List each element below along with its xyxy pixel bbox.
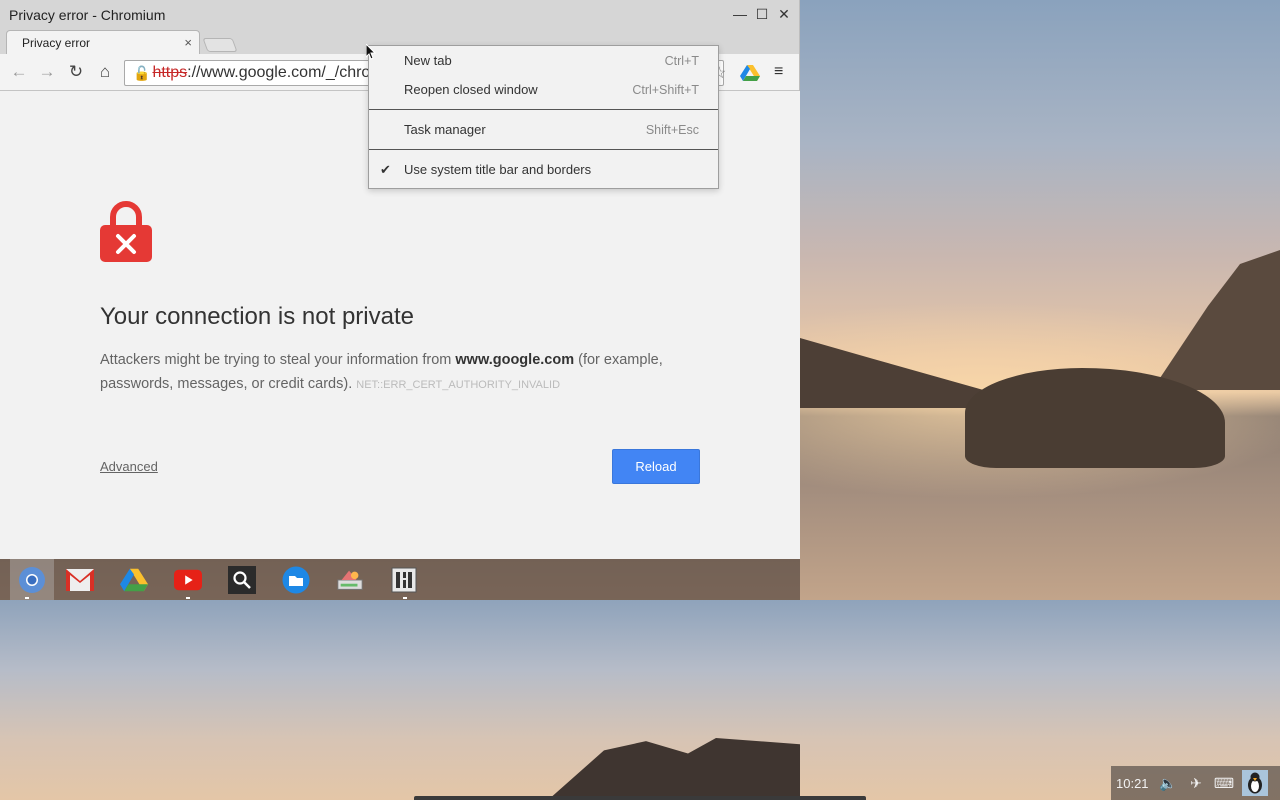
menu-item-label: New tab xyxy=(404,53,452,68)
context-menu: New tab Ctrl+T Reopen closed window Ctrl… xyxy=(368,45,719,189)
google-drive-extension-icon[interactable] xyxy=(740,65,760,81)
shelf-chromium[interactable] xyxy=(10,559,54,600)
chromium-icon xyxy=(19,566,45,593)
shelf-youtube[interactable] xyxy=(174,566,202,594)
error-host: www.google.com xyxy=(455,352,575,368)
menu-item-shortcut: Ctrl+Shift+T xyxy=(632,82,699,97)
checkmark-icon: ✔ xyxy=(380,161,391,177)
google-drive-icon xyxy=(120,568,148,592)
menu-item-label: Task manager xyxy=(404,122,486,137)
url-rest: ://www.google.com/_/chrome xyxy=(187,64,393,81)
keyboard-icon[interactable]: ⌨ xyxy=(1210,775,1238,792)
back-icon[interactable]: ← xyxy=(9,62,29,82)
shelf-terminal[interactable] xyxy=(390,566,418,594)
penguin-icon xyxy=(1248,772,1262,794)
url-scheme: https xyxy=(152,64,188,81)
shelf-running-indicator xyxy=(403,597,407,599)
shelf-google-drive[interactable] xyxy=(120,566,148,594)
window-title: Privacy error - Chromium xyxy=(9,7,166,23)
broken-lock-icon[interactable]: 🔓 xyxy=(133,65,150,82)
shelf-search[interactable] xyxy=(228,566,256,594)
menu-separator xyxy=(369,149,718,150)
new-tab-button[interactable] xyxy=(202,38,238,52)
search-icon xyxy=(233,571,251,589)
airplane-mode-icon[interactable]: ✈ xyxy=(1182,775,1210,792)
system-tray[interactable]: 10:21 🔈 ✈ ⌨ xyxy=(1111,766,1280,800)
menu-item-label: Use system title bar and borders xyxy=(404,162,592,177)
advanced-link[interactable]: Advanced xyxy=(100,459,158,474)
window-titlebar[interactable]: Privacy error - Chromium — ☐ ✕ xyxy=(0,0,799,30)
menu-item-system-title-bar[interactable]: ✔ Use system title bar and borders xyxy=(369,155,718,184)
reload-button[interactable]: Reload xyxy=(612,449,700,484)
error-description: Attackers might be trying to steal your … xyxy=(100,348,700,397)
shelf-files[interactable] xyxy=(282,566,310,594)
reload-icon[interactable]: ↻ xyxy=(66,62,86,82)
error-heading: Your connection is not private xyxy=(100,303,414,330)
mouse-cursor-icon xyxy=(366,44,376,60)
shelf-gmail[interactable] xyxy=(66,566,94,594)
menu-item-task-manager[interactable]: Task manager Shift+Esc xyxy=(369,115,718,144)
menu-item-label: Reopen closed window xyxy=(404,82,538,97)
forward-icon[interactable]: → xyxy=(37,62,57,82)
tab-close-icon[interactable]: × xyxy=(184,35,192,50)
maximize-icon[interactable]: ☐ xyxy=(753,6,771,23)
menu-item-new-tab[interactable]: New tab Ctrl+T xyxy=(369,46,718,75)
red-lock-icon xyxy=(100,201,152,262)
clock[interactable]: 10:21 xyxy=(1116,776,1154,791)
menu-separator xyxy=(369,109,718,110)
volume-icon[interactable]: 🔈 xyxy=(1154,775,1182,792)
gmail-icon xyxy=(66,569,94,591)
youtube-icon xyxy=(174,569,202,591)
home-icon[interactable]: ⌂ xyxy=(95,62,115,82)
menu-item-shortcut: Ctrl+T xyxy=(664,53,699,68)
minimize-icon[interactable]: — xyxy=(731,6,749,22)
error-desc-text: Attackers might be trying to steal your … xyxy=(100,352,456,368)
app-shelf xyxy=(0,559,800,600)
files-icon xyxy=(282,566,310,594)
chrome-menu-icon[interactable]: ≡ xyxy=(774,63,783,81)
window-bottom-edge xyxy=(414,796,866,800)
error-code: NET::ERR_CERT_AUTHORITY_INVALID xyxy=(356,379,561,391)
terminal-icon xyxy=(391,567,417,593)
paint-icon xyxy=(337,570,363,590)
tab-label: Privacy error xyxy=(22,35,91,50)
menu-item-shortcut: Shift+Esc xyxy=(645,122,699,137)
user-avatar[interactable] xyxy=(1242,770,1268,796)
shelf-running-indicator xyxy=(186,597,190,599)
menu-item-reopen-closed-window[interactable]: Reopen closed window Ctrl+Shift+T xyxy=(369,75,718,104)
tab-privacy-error[interactable]: Privacy error × xyxy=(6,30,200,54)
close-icon[interactable]: ✕ xyxy=(775,6,793,23)
shelf-paint[interactable] xyxy=(336,566,364,594)
shelf-running-indicator xyxy=(25,597,29,599)
